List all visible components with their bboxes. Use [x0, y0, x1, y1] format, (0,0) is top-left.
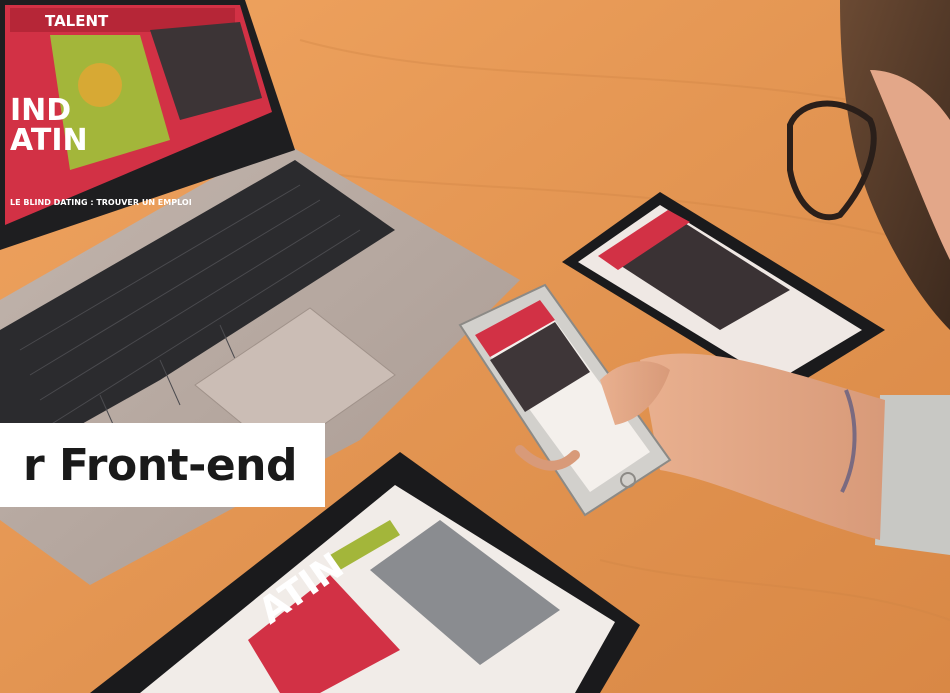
title-banner: r Front-end	[0, 423, 325, 507]
person-sleeve	[875, 395, 950, 555]
laptop-screen-brand: TALENT	[45, 12, 109, 30]
laptop-screen-caption: LE BLIND DATING : TROUVER UN EMPLOI	[10, 198, 192, 207]
title-banner-text: r Front-end	[23, 439, 297, 491]
laptop-screen-trophy	[78, 63, 122, 107]
laptop-screen-headline-2: ATIN	[10, 123, 88, 158]
photo-scene: TALENT IND ATIN LE BLIND DATING : TROUVE…	[0, 0, 950, 693]
